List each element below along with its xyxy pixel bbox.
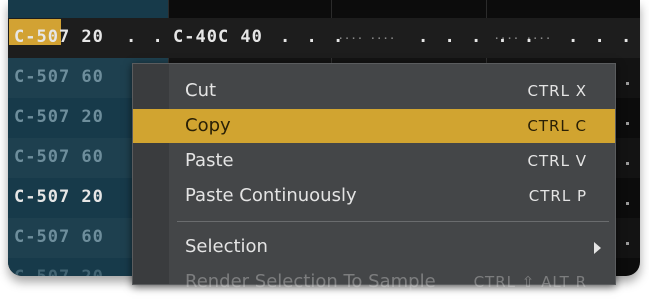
menu-item-label: Paste: [185, 150, 234, 171]
menu-item-cut[interactable]: Cut CTRL X: [133, 74, 615, 108]
note-cell[interactable]: C-507 20: [14, 267, 104, 276]
menu-item-label: Paste Continuously: [185, 185, 357, 206]
menu-item-shortcut: CTRL ⇧ ALT R: [473, 273, 587, 291]
pattern-row-current[interactable]: C-507 20 . . C-40C 40 . . . .... .... . …: [8, 18, 640, 58]
row-dots: . . . .: [568, 27, 635, 47]
menu-item-shortcut: CTRL X: [527, 82, 587, 100]
menu-item-shortcut: CTRL C: [527, 117, 587, 135]
empty-cell-dots: .... ....: [338, 32, 396, 42]
row-dots: . .: [126, 27, 166, 47]
note-cell[interactable]: C-507 60: [14, 147, 104, 167]
menu-item-paste[interactable]: Paste CTRL V: [133, 144, 615, 178]
row-dot: [626, 202, 629, 205]
note-cell[interactable]: C-40C 40: [173, 27, 263, 47]
menu-item-copy[interactable]: Copy CTRL C: [133, 109, 615, 143]
row-dot: [626, 122, 629, 125]
row-dot: [626, 162, 629, 165]
note-cell[interactable]: C-507 60: [14, 227, 104, 247]
row-dot: [626, 82, 629, 85]
menu-item-selection[interactable]: Selection: [133, 230, 615, 264]
note-cell[interactable]: C-507 20: [14, 107, 104, 127]
menu-item-label: Render Selection To Sample: [185, 271, 436, 292]
menu-item-render-selection-to-sample[interactable]: Render Selection To Sample CTRL ⇧ ALT R: [133, 265, 615, 299]
menu-item-label: Selection: [185, 236, 268, 257]
empty-cell-dots: .... ....: [494, 32, 552, 42]
menu-item-label: Cut: [185, 80, 217, 101]
note-cell[interactable]: C-507 20: [14, 187, 104, 207]
row-dot: [626, 242, 629, 245]
menu-separator: [177, 221, 609, 222]
row-dots: . . .: [280, 27, 347, 47]
context-menu: Cut CTRL X Copy CTRL C Paste CTRL V Past…: [132, 63, 616, 292]
submenu-arrow-icon: [594, 242, 601, 254]
menu-item-label: Copy: [185, 115, 231, 136]
menu-item-shortcut: CTRL P: [528, 187, 587, 205]
note-cell[interactable]: C-507 60: [14, 67, 104, 87]
note-cell[interactable]: C-507 20: [14, 27, 104, 47]
menu-item-paste-continuously[interactable]: Paste Continuously CTRL P: [133, 179, 615, 213]
menu-item-shortcut: CTRL V: [527, 152, 587, 170]
